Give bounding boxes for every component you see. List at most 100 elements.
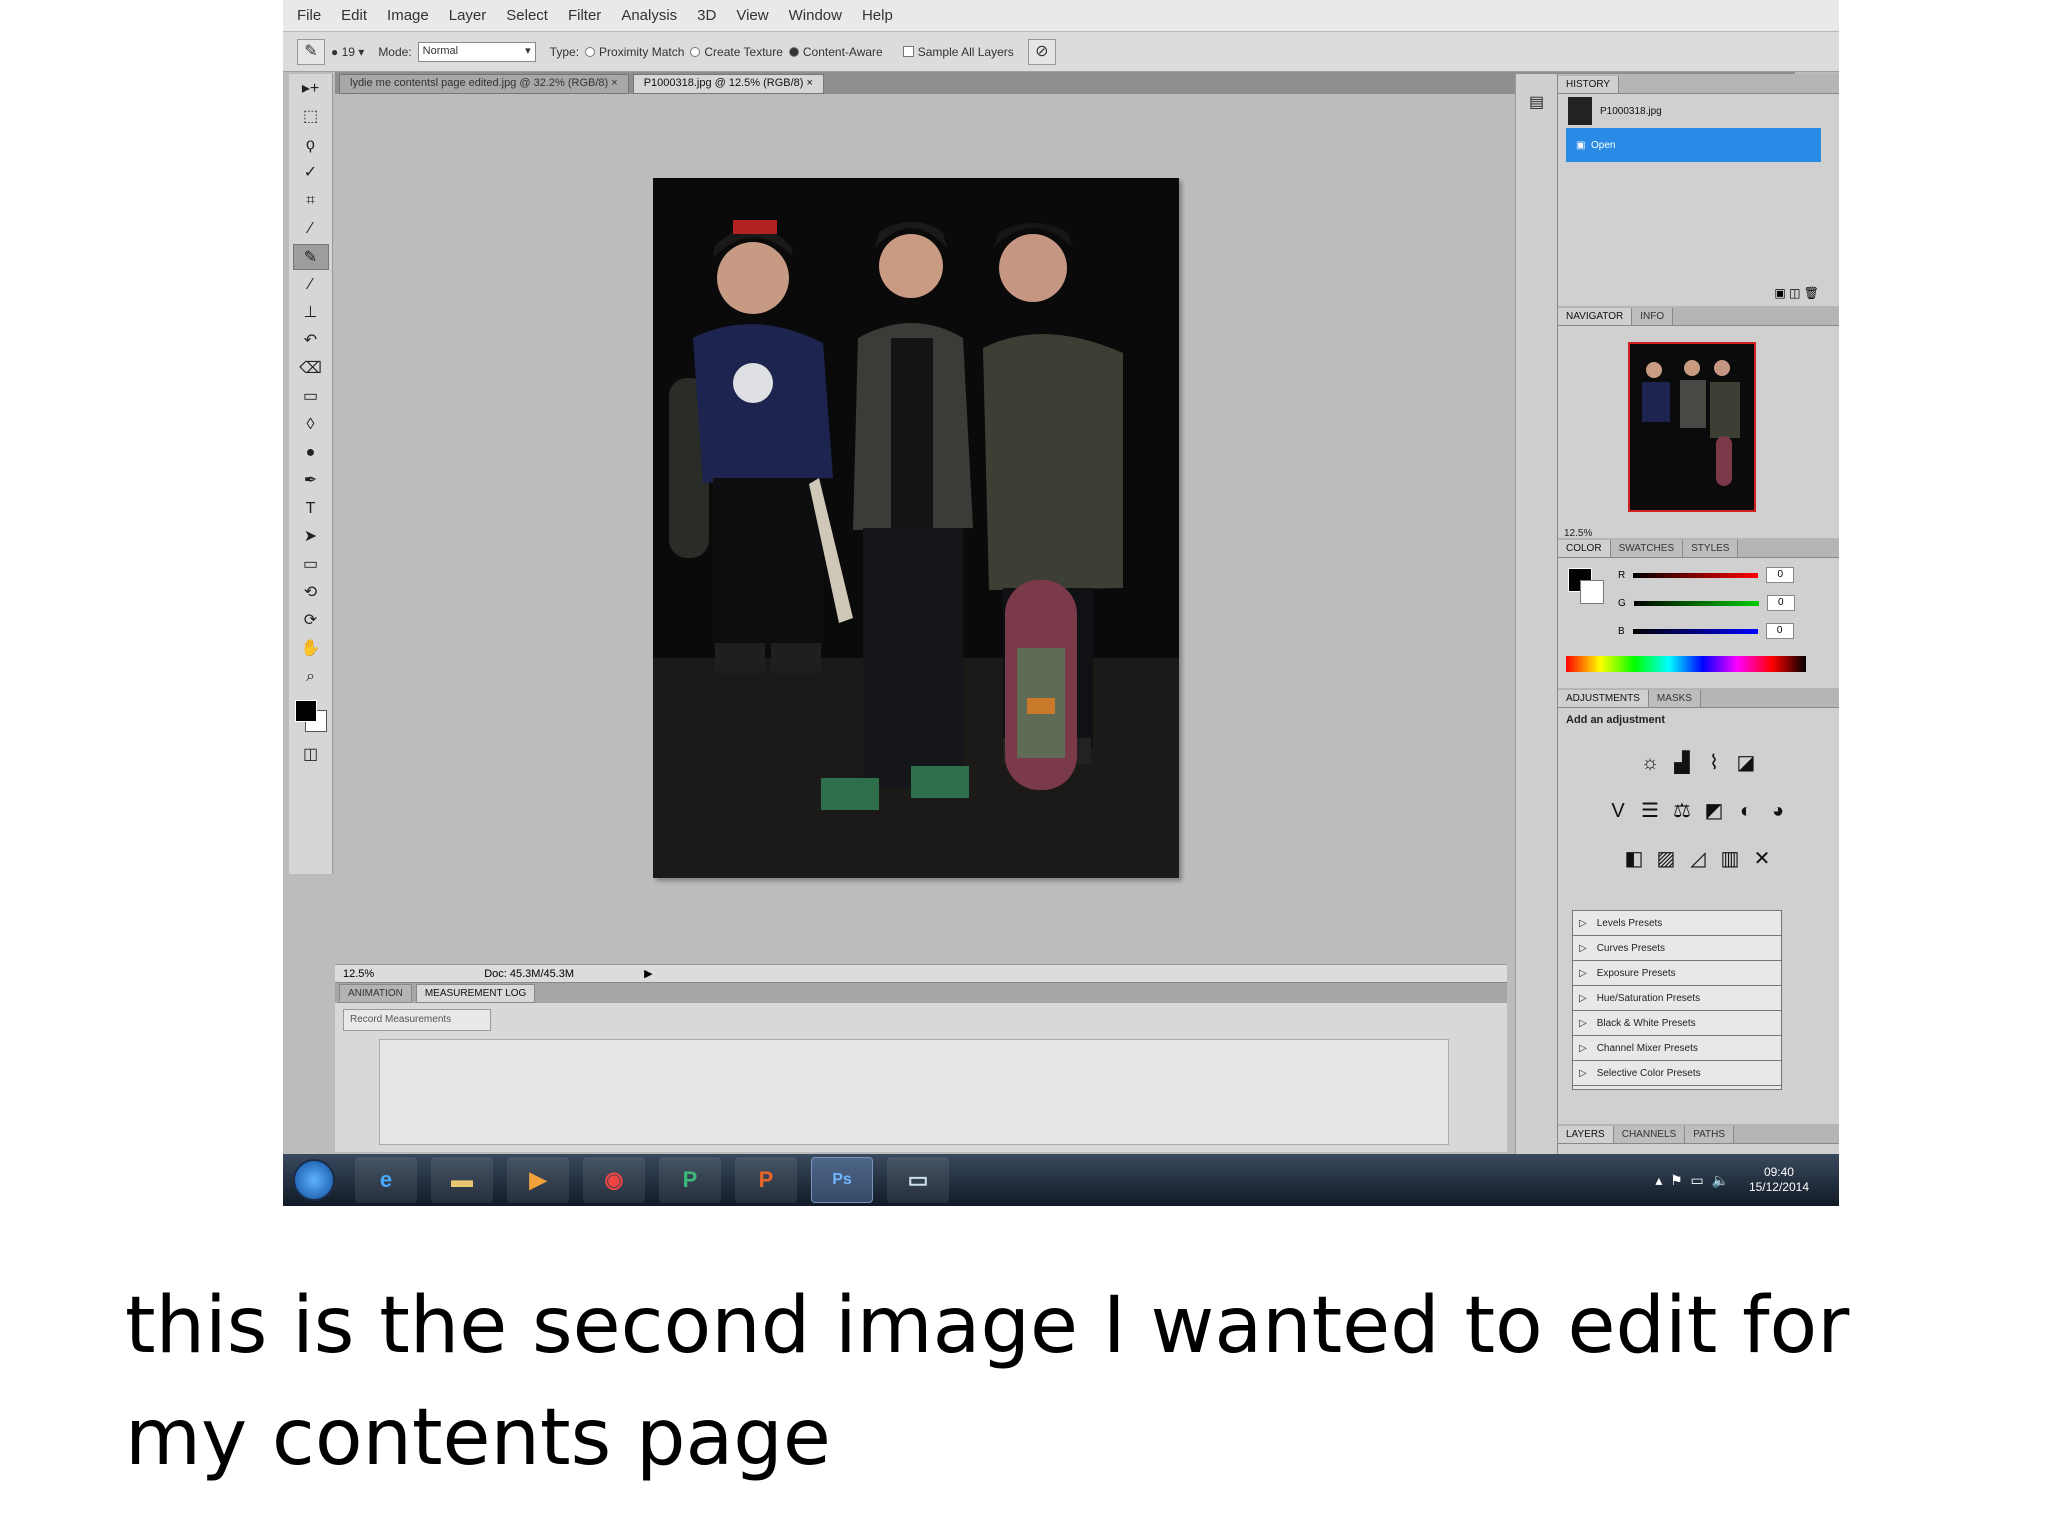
type-tool-icon[interactable]: T <box>293 496 329 522</box>
curves-icon[interactable]: ⌇ <box>1701 750 1727 776</box>
quick-select-tool-icon[interactable]: ✓ <box>293 160 329 186</box>
document-photo[interactable] <box>653 178 1179 878</box>
volume-icon[interactable]: 🔈 <box>1712 1172 1729 1189</box>
tab-adjustments[interactable]: ADJUSTMENTS <box>1558 690 1649 707</box>
menu-help[interactable]: Help <box>862 7 893 24</box>
preset-levels[interactable]: ▷ Levels Presets <box>1573 911 1781 936</box>
powerpoint-icon[interactable]: P <box>735 1157 797 1203</box>
histogram-icon[interactable]: ▤ <box>1519 90 1555 116</box>
tab-paths[interactable]: PATHS <box>1685 1126 1735 1143</box>
foreground-color-swatch[interactable] <box>294 700 317 722</box>
menu-view[interactable]: View <box>736 7 768 24</box>
sample-all-checkbox[interactable] <box>902 46 914 57</box>
network-icon[interactable]: ▭ <box>1690 1172 1703 1189</box>
doc-tab-contents[interactable]: lydie me contentsl page edited.jpg @ 32.… <box>339 74 629 94</box>
menu-3d[interactable]: 3D <box>697 7 716 24</box>
brightness-icon[interactable]: ☼ <box>1637 750 1663 776</box>
measurement-log-table[interactable] <box>379 1039 1449 1145</box>
navigator-thumbnail[interactable] <box>1628 342 1756 512</box>
history-snapshot[interactable]: P1000318.jpg <box>1558 94 1839 128</box>
menu-edit[interactable]: Edit <box>341 7 367 24</box>
menu-select[interactable]: Select <box>506 7 548 24</box>
selective-color-icon[interactable]: ✕ <box>1749 846 1775 872</box>
tab-color[interactable]: COLOR <box>1558 540 1611 557</box>
preset-selective-color[interactable]: ▷ Selective Color Presets <box>1573 1061 1781 1086</box>
create-texture-radio[interactable] <box>690 46 701 57</box>
tab-swatches[interactable]: SWATCHES <box>1610 540 1684 557</box>
red-slider[interactable]: R 0 <box>1618 566 1828 584</box>
blue-value[interactable]: 0 <box>1765 623 1794 639</box>
tab-history[interactable]: HISTORY <box>1558 76 1620 93</box>
internet-explorer-icon[interactable]: e <box>355 1157 417 1203</box>
pressure-icon[interactable]: ⊘ <box>1027 38 1056 65</box>
posterize-icon[interactable]: ▨ <box>1653 846 1679 872</box>
history-actions-icons[interactable]: ▣ ◫ 🗑 <box>1774 286 1819 300</box>
history-step-open[interactable]: ▣ Open <box>1566 128 1821 162</box>
color-bg-swatch[interactable] <box>1580 580 1604 604</box>
menu-image[interactable]: Image <box>387 7 429 24</box>
file-explorer-icon[interactable]: ▬ <box>431 1157 493 1203</box>
photo-filter-icon[interactable]: ◐ <box>1733 798 1759 824</box>
red-track[interactable] <box>1633 572 1759 578</box>
green-value[interactable]: 0 <box>1766 595 1795 611</box>
chrome-icon[interactable]: ◉ <box>583 1157 645 1203</box>
hand-tool-icon[interactable]: ✋ <box>293 636 329 662</box>
menu-window[interactable]: Window <box>789 7 842 24</box>
threshold-icon[interactable]: ◿ <box>1685 846 1711 872</box>
brush-tool-icon[interactable]: ⁄ <box>293 272 329 298</box>
status-menu-arrow-icon[interactable]: ▶ <box>644 967 652 980</box>
canvas-area[interactable] <box>335 94 1507 964</box>
hue-saturation-icon[interactable]: ☰ <box>1637 798 1663 824</box>
shape-tool-icon[interactable]: ▭ <box>293 552 329 578</box>
tab-info[interactable]: INFO <box>1632 308 1674 325</box>
clock[interactable]: 09:40 15/12/2014 <box>1749 1165 1809 1195</box>
vibrance-icon[interactable]: V <box>1605 798 1631 824</box>
blue-track[interactable] <box>1632 628 1758 634</box>
mode-select[interactable]: Normal <box>417 41 536 62</box>
screenshot-app-icon[interactable]: ▭ <box>887 1157 949 1203</box>
clone-stamp-tool-icon[interactable]: ⊥ <box>293 300 329 326</box>
color-swatches[interactable] <box>293 696 329 736</box>
zoom-tool-icon[interactable]: ⌕ <box>293 664 329 690</box>
preset-hue-saturation[interactable]: ▷ Hue/Saturation Presets <box>1573 986 1781 1011</box>
doc-tab-p1000318[interactable]: P1000318.jpg @ 12.5% (RGB/8) × <box>632 74 824 94</box>
quick-mask-icon[interactable]: ◫ <box>293 742 329 768</box>
tab-animation[interactable]: ANIMATION <box>339 984 412 1003</box>
start-button[interactable] <box>293 1159 335 1201</box>
record-measurements-button[interactable]: Record Measurements <box>343 1009 491 1031</box>
healing-brush-icon[interactable]: ✎ <box>297 38 325 65</box>
eyedropper-tool-icon[interactable]: ⁄ <box>293 216 329 242</box>
black-white-icon[interactable]: ◩ <box>1701 798 1727 824</box>
photoshop-taskbar-button[interactable]: Ps <box>811 1157 873 1203</box>
color-balance-icon[interactable]: ⚖ <box>1669 798 1695 824</box>
preset-black-white[interactable]: ▷ Black & White Presets <box>1573 1011 1781 1036</box>
brush-picker[interactable]: ● 19 ▾ <box>331 45 364 59</box>
channel-mixer-icon[interactable]: ◕ <box>1765 798 1791 824</box>
green-track[interactable] <box>1633 600 1759 606</box>
menu-analysis[interactable]: Analysis <box>621 7 677 24</box>
marquee-tool-icon[interactable]: ⬚ <box>293 104 329 130</box>
history-brush-tool-icon[interactable]: ↶ <box>293 328 329 354</box>
pen-tool-icon[interactable]: ✒ <box>293 468 329 494</box>
publisher-icon[interactable]: P <box>659 1157 721 1203</box>
action-center-flag-icon[interactable]: ⚑ <box>1670 1172 1683 1189</box>
show-hidden-icon[interactable]: ▴ <box>1655 1172 1662 1189</box>
tab-navigator[interactable]: NAVIGATOR <box>1558 308 1633 325</box>
tab-measurement-log[interactable]: MEASUREMENT LOG <box>415 984 536 1003</box>
preset-exposure[interactable]: ▷ Exposure Presets <box>1573 961 1781 986</box>
green-slider[interactable]: G 0 <box>1618 594 1828 612</box>
tab-layers[interactable]: LAYERS <box>1558 1126 1614 1143</box>
3d-orbit-tool-icon[interactable]: ⟳ <box>293 608 329 634</box>
blue-slider[interactable]: B 0 <box>1618 622 1828 640</box>
gradient-map-icon[interactable]: ▥ <box>1717 846 1743 872</box>
color-spectrum[interactable] <box>1566 656 1806 672</box>
menu-layer[interactable]: Layer <box>449 7 487 24</box>
preset-channel-mixer[interactable]: ▷ Channel Mixer Presets <box>1573 1036 1781 1061</box>
content-aware-radio[interactable] <box>788 46 799 57</box>
invert-icon[interactable]: ◧ <box>1621 846 1647 872</box>
dodge-tool-icon[interactable]: ● <box>293 440 329 466</box>
levels-icon[interactable]: ▟ <box>1669 750 1695 776</box>
blur-tool-icon[interactable]: ◊ <box>293 412 329 438</box>
menu-file[interactable]: File <box>297 7 321 24</box>
move-tool-icon[interactable]: ▸+ <box>293 76 329 102</box>
